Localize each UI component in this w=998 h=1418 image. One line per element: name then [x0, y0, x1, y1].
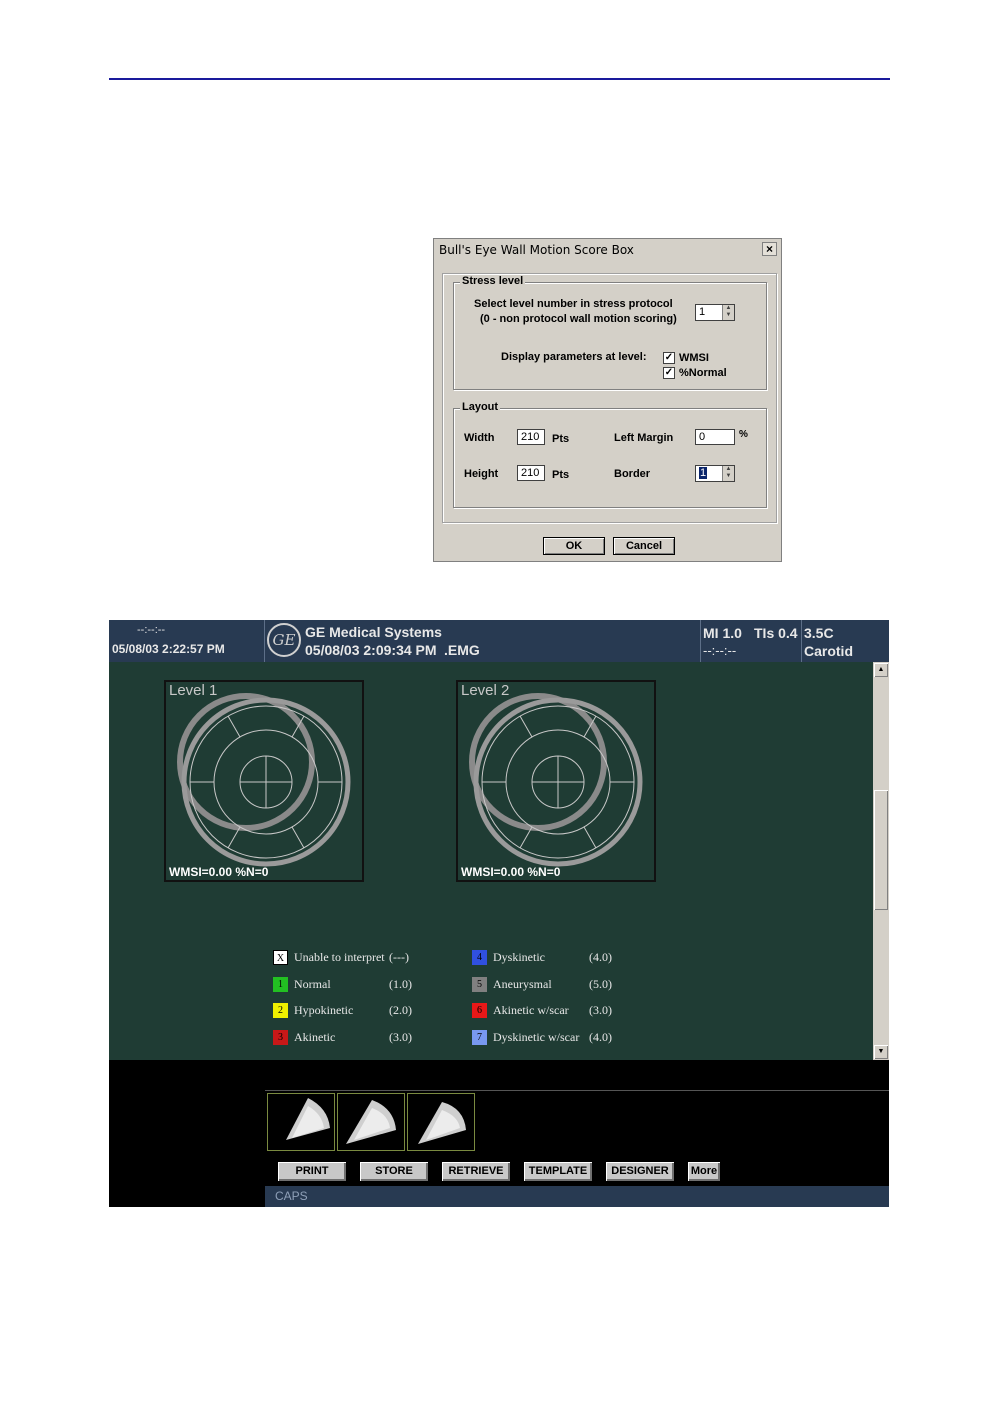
clip-thumbnail[interactable] [267, 1093, 335, 1151]
legend-swatch: 1 [273, 976, 288, 992]
ultrasound-image-icon [418, 1102, 466, 1144]
header-datetime: 05/08/03 2:22:57 PM [112, 642, 225, 656]
ge-logo: GE [267, 623, 301, 657]
legend-item: 3 Akinetic (3.0) [273, 1029, 423, 1046]
header-probe: 3.5C [804, 625, 834, 641]
header-file-ext: .EMG [444, 642, 480, 658]
bullseye-diagram [469, 693, 643, 867]
clip-thumbnail[interactable] [337, 1093, 405, 1151]
scroll-up-icon[interactable]: ▲ [874, 663, 888, 677]
legend-swatch: 6 [472, 1003, 487, 1018]
legend-swatch: 3 [273, 1029, 288, 1045]
screen-header: --:--:-- 05/08/03 2:22:57 PM GE GE Medic… [109, 620, 889, 662]
legend-value: (5.0) [589, 976, 612, 991]
legend-swatch: 7 [472, 1029, 487, 1045]
print-button[interactable]: PRINT [277, 1161, 347, 1182]
header-tis: TIs 0.4 [754, 625, 798, 641]
legend-item: 2 Hypokinetic (2.0) [273, 1003, 423, 1019]
dialog-title: Bull's Eye Wall Motion Score Box [436, 241, 779, 260]
legend-value: (3.0) [389, 1029, 412, 1044]
image-clipboard [265, 1090, 889, 1157]
legend-item: X Unable to interpret (---) [273, 950, 423, 966]
bullseye-report-area: Level 1 WMSI=0.00 %N=0 Level 2 WMSI=0.00… [109, 662, 873, 1060]
legend-label: Dyskinetic w/scar [493, 1029, 580, 1044]
legend-label: Akinetic [294, 1029, 336, 1044]
legend-swatch: 5 [472, 976, 487, 992]
close-button[interactable]: × [762, 242, 777, 256]
caps-indicator: CAPS [275, 1189, 308, 1203]
scroll-thumb[interactable] [874, 790, 888, 910]
header-time2: --:--:-- [703, 643, 737, 658]
legend-item: 7 Dyskinetic w/scar (4.0) [472, 1029, 622, 1046]
legend-label: Aneurysmal [493, 976, 552, 991]
wall-motion-score-dialog: Bull's Eye Wall Motion Score Box × Stres… [433, 238, 782, 562]
ultrasound-image-icon [346, 1100, 396, 1144]
legend-value: (3.0) [589, 1003, 612, 1017]
ultrasound-image-icon [286, 1098, 330, 1140]
legend-value: (4.0) [589, 950, 612, 964]
softkey-bar: PRINT STORE RETRIEVE TEMPLATE DESIGNER M… [265, 1158, 889, 1186]
header-mi: MI 1.0 [703, 625, 742, 641]
header-exam-datetime: 05/08/03 2:09:34 PM [305, 642, 437, 658]
header-mid-segment [482, 620, 701, 662]
ultrasound-screen: --:--:-- 05/08/03 2:22:57 PM GE GE Medic… [109, 620, 889, 1207]
legend-item: 4 Dyskinetic (4.0) [472, 950, 622, 966]
bullseye-diagram [177, 693, 351, 867]
store-button[interactable]: STORE [359, 1161, 429, 1182]
legend-label: Hypokinetic [294, 1003, 354, 1017]
legend-item: 6 Akinetic w/scar (3.0) [472, 1003, 622, 1019]
legend-label: Akinetic w/scar [493, 1003, 569, 1017]
cancel-button[interactable]: Cancel [613, 537, 675, 555]
legend-swatch: 2 [273, 1003, 288, 1018]
page-header-rule [109, 78, 890, 80]
legend-item: 1 Normal (1.0) [273, 976, 423, 993]
legend-label: Normal [294, 976, 331, 991]
legend-label: Dyskinetic [493, 950, 545, 964]
designer-button[interactable]: DESIGNER [605, 1161, 675, 1182]
vertical-scrollbar[interactable]: ▲ ▼ [873, 662, 889, 1060]
legend-item: 5 Aneurysmal (5.0) [472, 976, 622, 993]
retrieve-button[interactable]: RETRIEVE [441, 1161, 511, 1182]
legend-value: (4.0) [589, 1029, 612, 1044]
more-button[interactable]: More [687, 1161, 721, 1182]
status-bar: CAPS [265, 1186, 889, 1207]
header-company: GE Medical Systems [305, 624, 442, 640]
bullseye-footer: WMSI=0.00 %N=0 [461, 865, 561, 879]
header-divider [800, 620, 802, 662]
legend-swatch: 4 [472, 950, 487, 965]
scroll-down-icon[interactable]: ▼ [874, 1045, 888, 1059]
legend-label: Unable to interpret [294, 950, 385, 964]
legend-swatch: X [273, 950, 288, 965]
template-button[interactable]: TEMPLATE [523, 1161, 593, 1182]
header-time-placeholder: --:--:-- [137, 624, 166, 636]
bullseye-level-2[interactable]: Level 2 WMSI=0.00 %N=0 [456, 680, 656, 882]
ok-button[interactable]: OK [543, 537, 605, 555]
header-preset: Carotid [804, 643, 853, 659]
bullseye-level-1[interactable]: Level 1 WMSI=0.00 %N=0 [164, 680, 364, 882]
bullseye-footer: WMSI=0.00 %N=0 [169, 865, 269, 879]
legend-value: (1.0) [389, 976, 412, 991]
dialog-body-frame [442, 273, 777, 523]
ge-logo-text: GE [272, 631, 296, 649]
clip-thumbnail[interactable] [407, 1093, 475, 1151]
legend-value: (---) [389, 950, 409, 964]
legend-value: (2.0) [389, 1003, 412, 1017]
